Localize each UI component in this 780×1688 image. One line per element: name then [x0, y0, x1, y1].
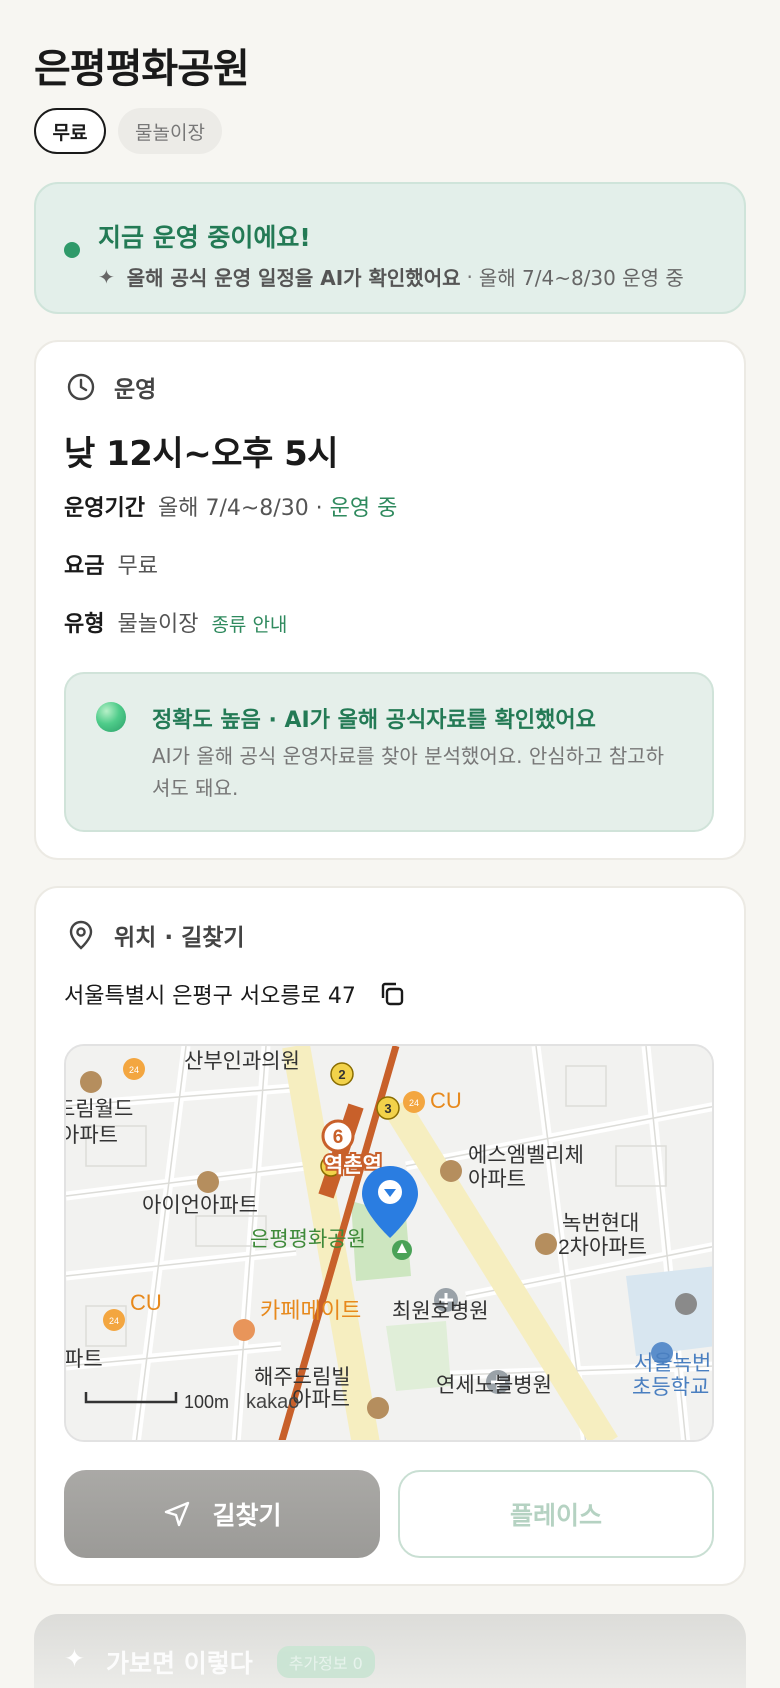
- map-label-apt-smb2: 아파트: [468, 1168, 526, 1191]
- map-label-cu-top: CU: [430, 1088, 462, 1113]
- route-button-label: 길찾기: [212, 1501, 282, 1530]
- status-sub-bold: 올해 공식 운영 일정을 AI가 확인했어요: [126, 266, 461, 290]
- address-row: 서울특별시 은평구 서오릉로 47: [64, 978, 406, 1010]
- experience-card: ✦ 가보면 이렇다 추가정보 0: [34, 1614, 746, 1688]
- page-title: 은평평화공원: [34, 46, 250, 92]
- map-badge-24b: 24: [409, 1098, 419, 1108]
- ai-orb-icon: [96, 702, 126, 732]
- sparkle-icon: ✦: [64, 1644, 85, 1673]
- status-card: 지금 운영 중이에요! ✦ 올해 공식 운영 일정을 AI가 확인했어요 · 올…: [34, 182, 746, 314]
- operation-header: 운영: [66, 370, 156, 404]
- period-value: 올해 7/4~8/30 ·: [157, 496, 323, 521]
- map-label-apt-smb: 에스엠벨리체: [468, 1144, 584, 1167]
- experience-title-text: 가보면 이렇다: [106, 1649, 253, 1678]
- map-label-hospital-yonsei: 연세노블병원: [436, 1374, 552, 1397]
- sparkle-icon: ✦: [98, 264, 115, 289]
- map-label-apt-iron: 아이언아파트: [142, 1194, 258, 1217]
- map-scale-label: 100m: [184, 1392, 229, 1412]
- chip-free[interactable]: 무료: [34, 108, 106, 154]
- fee-value: 무료: [117, 554, 158, 579]
- status-title: 지금 운영 중이에요!: [98, 223, 311, 252]
- chip-water-play[interactable]: 물놀이장: [118, 108, 222, 154]
- map-label-apt-partial: 파트: [66, 1348, 103, 1371]
- clock-icon: [67, 373, 95, 401]
- map-label-hospital-top: 산부인과의원: [184, 1050, 300, 1073]
- period-status: 운영 중: [329, 496, 398, 521]
- type-value: 물놀이장: [117, 612, 199, 637]
- map-label-apt-nokbeon: 녹번현대: [562, 1212, 639, 1235]
- map-line-badge: 6: [333, 1127, 344, 1148]
- map-badge-24c: 24: [109, 1316, 119, 1326]
- map-label-school2: 초등학교: [632, 1376, 709, 1399]
- map-label-apt-left1: 드림월드: [66, 1098, 133, 1121]
- location-pin-icon: [69, 920, 93, 950]
- type-row: 유형 물놀이장 종류 안내: [64, 606, 287, 638]
- status-dot: [64, 242, 80, 258]
- map-label-apt-haeju2: 아파트: [292, 1388, 350, 1411]
- map-label-apt-haeju: 해주드림빌: [254, 1366, 351, 1389]
- type-guide-link[interactable]: 종류 안내: [211, 614, 287, 636]
- place-button[interactable]: 플레이스: [398, 1470, 714, 1558]
- address-text: 서울특별시 은평구 서오릉로 47: [64, 984, 356, 1009]
- ai-accuracy-desc: AI가 올해 공식 운영자료를 찾아 분석했어요. 안심하고 참고하셔도 돼요.: [152, 744, 665, 800]
- location-card: 위치 · 길찾기 서울특별시 은평구 서오릉로 47 6 2 3 24 24 2…: [34, 886, 746, 1586]
- experience-title: 가보면 이렇다 추가정보 0: [106, 1644, 375, 1680]
- map-label-park: 은평평화공원: [250, 1228, 366, 1251]
- map-label-apt-nokbeon2: 2차아파트: [558, 1236, 647, 1259]
- map-bus-2: 2: [338, 1067, 345, 1082]
- type-label: 유형: [64, 612, 105, 637]
- route-button[interactable]: 길찾기: [64, 1470, 380, 1558]
- location-header: 위치 · 길찾기: [66, 918, 245, 952]
- ai-accuracy-title: 정확도 높음 · AI가 올해 공식자료를 확인했어요: [152, 708, 596, 733]
- status-subtitle: ✦ 올해 공식 운영 일정을 AI가 확인했어요 · 올해 7/4~8/30 운…: [98, 262, 684, 291]
- page: 은평평화공원 무료 물놀이장 지금 운영 중이에요! ✦ 올해 공식 운영 일정…: [0, 0, 780, 1688]
- map-bus-3: 3: [384, 1101, 391, 1116]
- operating-hours: 낮 12시~오후 5시: [64, 434, 339, 474]
- copy-icon[interactable]: [378, 980, 406, 1008]
- operation-card: 운영 낮 12시~오후 5시 운영기간 올해 7/4~8/30 · 운영 중 요…: [34, 340, 746, 860]
- period-row: 운영기간 올해 7/4~8/30 · 운영 중: [64, 490, 397, 522]
- map-kakao-logo: kakao: [246, 1391, 299, 1413]
- map-label-school: 서울녹번: [634, 1352, 711, 1375]
- status-sub-extra: 올해 7/4~8/30 운영 중: [478, 266, 684, 290]
- location-label: 위치 · 길찾기: [114, 925, 245, 951]
- period-label: 운영기간: [64, 496, 145, 521]
- map-label-cu-left: CU: [130, 1290, 162, 1315]
- status-sub-sep: ·: [466, 264, 473, 289]
- map-label-apt-left1b: 아파트: [66, 1124, 118, 1147]
- map-label-hospital-choi: 최원호병원: [392, 1300, 489, 1323]
- operation-label: 운영: [114, 377, 157, 403]
- navigation-arrow-icon: [165, 1501, 190, 1527]
- ai-accuracy-box: 정확도 높음 · AI가 올해 공식자료를 확인했어요 AI가 올해 공식 운영…: [64, 672, 714, 832]
- fee-row: 요금 무료: [64, 548, 158, 580]
- map-label-cafe: 카페메이트: [260, 1298, 361, 1323]
- map-badge-24a: 24: [129, 1065, 139, 1075]
- map-view[interactable]: 6 2 3 24 24 24 산부인과의원 림월드 파트 에스엠벨리체 아파트 …: [64, 1044, 714, 1442]
- experience-badge: 추가정보 0: [276, 1646, 375, 1678]
- fee-label: 요금: [64, 554, 105, 579]
